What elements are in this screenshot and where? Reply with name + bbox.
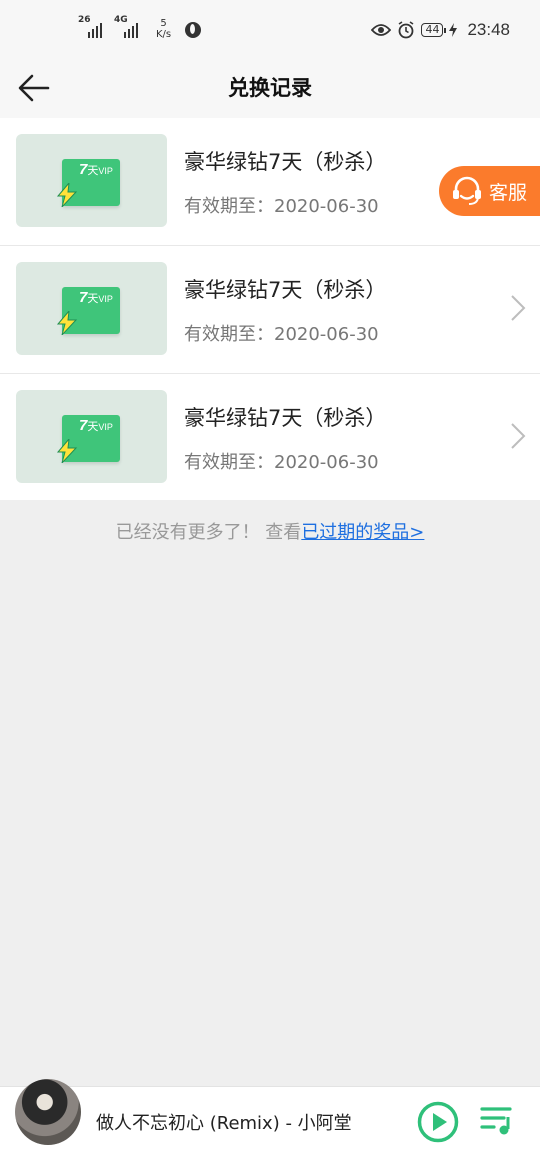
- item-expiry: 有效期至：2020-06-30: [184, 196, 379, 217]
- status-bar: 26 4G 5 K/s 44 23:48: [0, 0, 540, 62]
- thumb-vip: VIP: [98, 422, 113, 432]
- album-cover[interactable]: [15, 1079, 81, 1145]
- vip-thumbnail: 7天VIP: [16, 390, 167, 483]
- clock: 23:48: [467, 20, 510, 39]
- eye-icon: [371, 24, 392, 36]
- item-title: 豪华绿钻7天（秒杀）: [184, 278, 387, 302]
- playlist-icon[interactable]: [480, 1105, 514, 1137]
- chevron-right-icon: [511, 423, 526, 449]
- item-title: 豪华绿钻7天（秒杀）: [184, 150, 387, 174]
- list-item[interactable]: 7天VIP 豪华绿钻7天（秒杀） 有效期至：2020-06-30: [0, 246, 540, 374]
- lightning-icon: [56, 183, 78, 207]
- no-more-text: 已经没有更多了！ 查看: [115, 522, 302, 543]
- headset-icon: [453, 176, 481, 205]
- status-right: 44 23:48: [371, 20, 510, 40]
- network-speed: 5 K/s: [156, 18, 171, 40]
- signal-icon-1: 26: [78, 16, 108, 38]
- list-item[interactable]: 7天VIP 豪华绿钻7天（秒杀） 有效期至：2020-06-30: [0, 374, 540, 500]
- item-expiry: 有效期至：2020-06-30: [184, 452, 379, 473]
- chevron-right-icon: [511, 295, 526, 321]
- header: 兑换记录: [0, 62, 540, 118]
- vip-card-icon: 7天VIP: [56, 415, 120, 463]
- vip-thumbnail: 7天VIP: [16, 134, 167, 227]
- charging-icon: [449, 23, 458, 37]
- item-title: 豪华绿钻7天（秒杀）: [184, 406, 387, 430]
- customer-service-label: 客服: [489, 181, 528, 204]
- globe-icon: [185, 22, 202, 38]
- vip-card-icon: 7天VIP: [56, 287, 120, 335]
- play-button-icon[interactable]: [417, 1101, 459, 1143]
- thumb-day-unit: 天: [87, 421, 99, 433]
- lightning-icon: [56, 439, 78, 463]
- thumb-day-unit: 天: [87, 293, 99, 305]
- customer-service-button[interactable]: 客服: [439, 166, 540, 216]
- thumb-vip: VIP: [98, 294, 113, 304]
- vip-card-icon: 7天VIP: [56, 159, 120, 207]
- vip-thumbnail: 7天VIP: [16, 262, 167, 355]
- alarm-icon: [399, 21, 414, 39]
- speed-unit: K/s: [156, 29, 172, 40]
- lightning-icon: [56, 311, 78, 335]
- page-title: 兑换记录: [228, 76, 312, 100]
- thumb-day-unit: 天: [87, 165, 99, 177]
- status-left: 26 4G 5 K/s: [78, 16, 202, 46]
- speed-value: 5: [160, 18, 167, 29]
- battery-icon: 44: [421, 23, 447, 37]
- signal-icon-2: 4G: [114, 16, 144, 38]
- expired-prizes-link[interactable]: 已过期的奖品>: [301, 522, 424, 543]
- thumb-vip: VIP: [98, 166, 113, 176]
- end-of-list-note: 已经没有更多了！ 查看已过期的奖品>: [0, 518, 540, 544]
- item-expiry: 有效期至：2020-06-30: [184, 324, 379, 345]
- mini-player[interactable]: 做人不忘初心 (Remix) - 小阿堂: [0, 1079, 540, 1155]
- song-title: 做人不忘初心 (Remix) - 小阿堂: [96, 1113, 352, 1134]
